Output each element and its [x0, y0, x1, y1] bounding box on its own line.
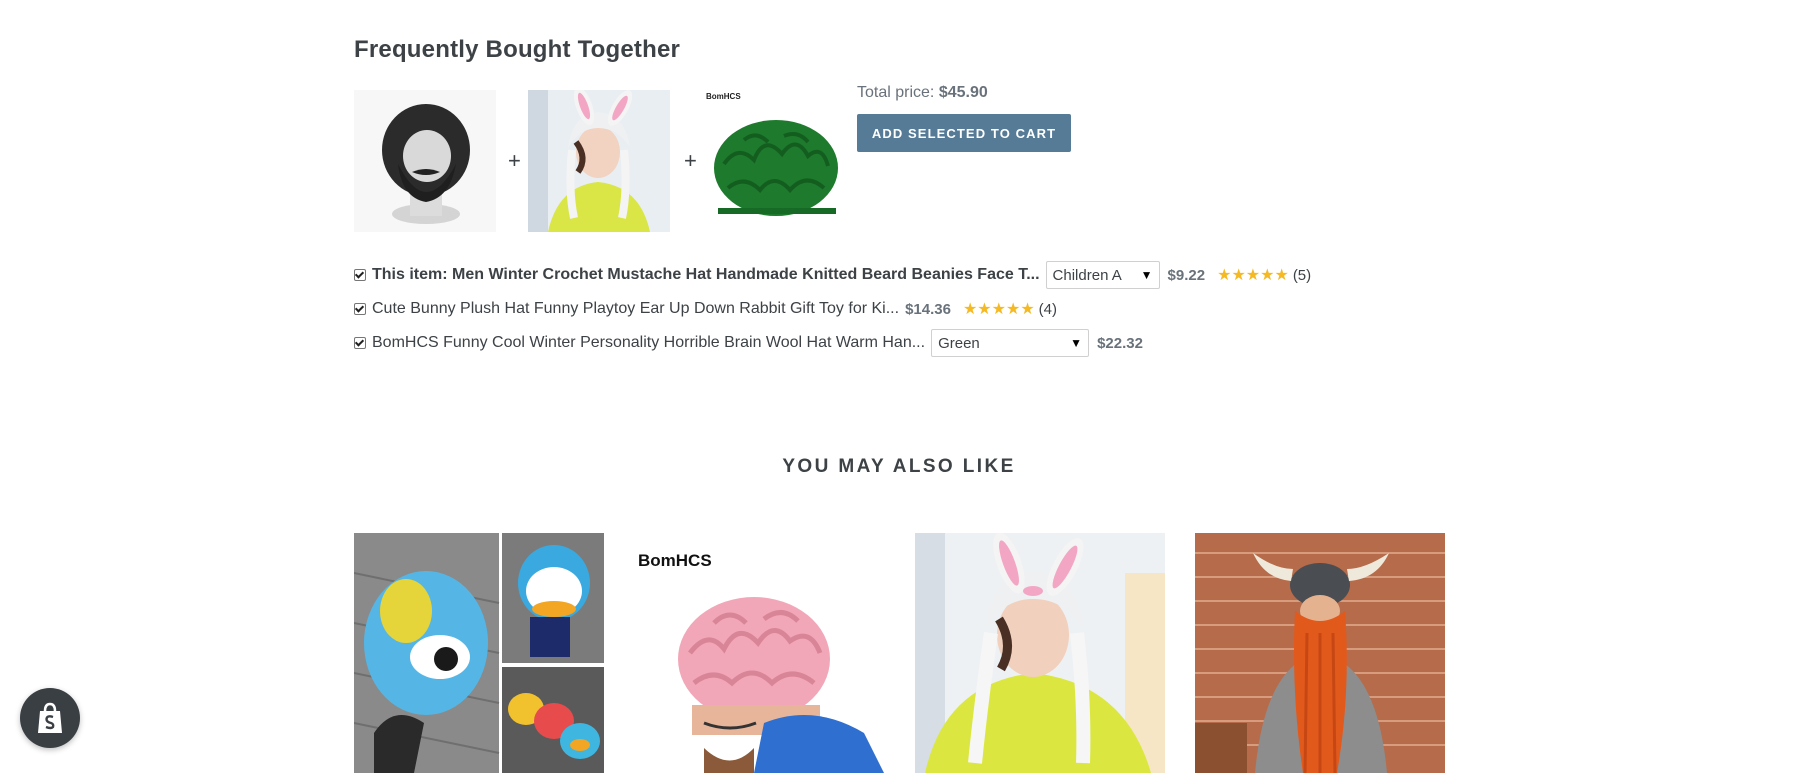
- variant-select[interactable]: Children A ▼: [1045, 261, 1160, 289]
- variant-value: Green: [938, 334, 980, 352]
- item-title[interactable]: BomHCS Funny Cool Winter Personality Hor…: [372, 334, 925, 352]
- fbt-item-list: This item: Men Winter Crochet Mustache H…: [354, 258, 1454, 360]
- variant-value: Children A: [1052, 266, 1122, 284]
- item-price: $9.22: [1167, 266, 1206, 284]
- brand-text: BomHCS: [638, 551, 712, 570]
- product-card-pink-brain-hat[interactable]: BomHCS: [634, 533, 884, 773]
- star-rating-icon: ★★★★★: [1217, 267, 1289, 284]
- total-price-value: $45.90: [938, 84, 988, 101]
- fbt-item-row: Cute Bunny Plush Hat Funny Playtoy Ear U…: [354, 292, 1454, 326]
- review-count[interactable]: (4): [1039, 301, 1057, 318]
- item-price: $22.32: [1097, 334, 1143, 352]
- item-title[interactable]: Cute Bunny Plush Hat Funny Playtoy Ear U…: [372, 300, 899, 318]
- beard-hat-thumbnail[interactable]: [354, 90, 496, 232]
- variant-select[interactable]: Green ▼: [931, 329, 1090, 357]
- fbt-title: Frequently Bought Together: [354, 36, 681, 63]
- brain-hat-thumbnail[interactable]: BomHCS: [704, 90, 846, 232]
- plus-sign: +: [684, 148, 697, 173]
- add-selected-to-cart-button[interactable]: ADD SELECTED TO CART: [857, 114, 1071, 152]
- fbt-item-row: This item: Men Winter Crochet Mustache H…: [354, 258, 1454, 292]
- checkbox-checked-icon[interactable]: [354, 269, 366, 281]
- review-count[interactable]: (5): [1293, 267, 1311, 284]
- checkbox-checked-icon[interactable]: [354, 303, 366, 315]
- plus-sign: +: [508, 148, 521, 173]
- shopify-bag-icon[interactable]: [20, 688, 80, 748]
- caret-down-icon: ▼: [1140, 268, 1153, 282]
- item-price: $14.36: [905, 300, 951, 318]
- recommendations-heading: YOU MAY ALSO LIKE: [782, 456, 1016, 477]
- fbt-item-row: BomHCS Funny Cool Winter Personality Hor…: [354, 326, 1454, 360]
- total-price-label: Total price:: [857, 84, 935, 101]
- fbt-image-strip: + + BomHCS: [354, 90, 846, 232]
- star-rating-icon: ★★★★★: [962, 301, 1035, 318]
- bunny-hat-thumbnail[interactable]: [528, 90, 670, 232]
- brand-text: BomHCS: [706, 92, 741, 101]
- caret-down-icon: ▼: [1070, 336, 1083, 350]
- checkbox-checked-icon[interactable]: [354, 337, 366, 349]
- product-card-bunny-hat[interactable]: [915, 533, 1165, 773]
- product-card-donald-duck-hat[interactable]: [354, 533, 604, 773]
- item-title[interactable]: This item: Men Winter Crochet Mustache H…: [372, 266, 1040, 284]
- product-card-viking-beard-hat[interactable]: [1195, 533, 1445, 773]
- total-price: Total price: $45.90: [857, 84, 988, 102]
